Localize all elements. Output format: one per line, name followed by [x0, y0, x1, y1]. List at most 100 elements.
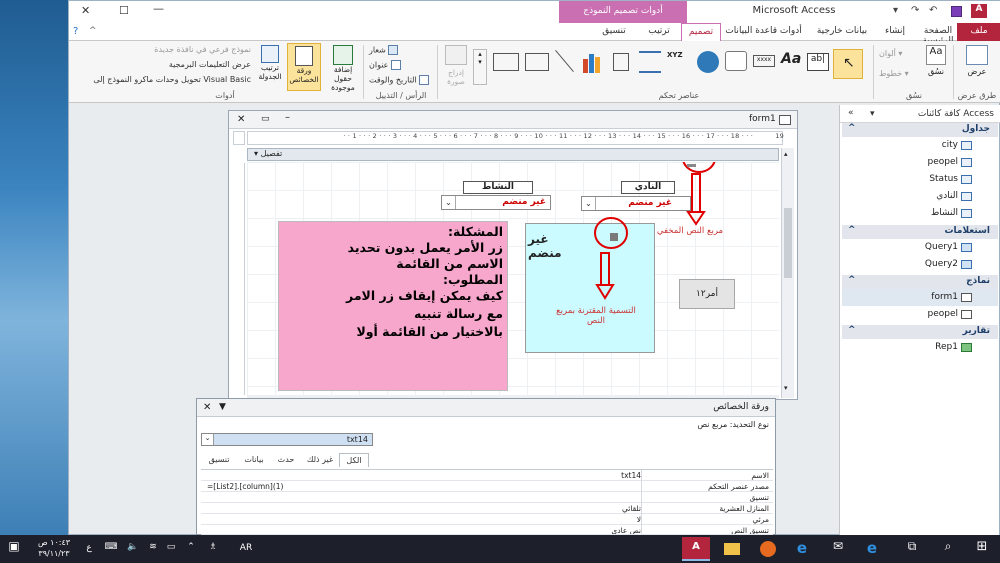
property-row-name[interactable]: الاسم txt14 — [201, 470, 773, 481]
tab-format[interactable]: تنسيق — [201, 453, 237, 467]
show-hidden-icons[interactable]: ⌃ — [184, 542, 198, 562]
tab-design[interactable]: تصميم — [681, 23, 721, 41]
nav-item-form-peopel[interactable]: peopel — [842, 306, 998, 323]
label-control-tool[interactable]: Aa — [781, 51, 803, 73]
wifi-icon[interactable]: ≋ — [146, 542, 160, 562]
tab-all[interactable]: الكل — [339, 453, 369, 467]
tab-file[interactable]: ملف — [957, 23, 1000, 41]
nav-item-table-activity[interactable]: النشاط — [842, 205, 998, 222]
tab-arrange[interactable]: ترتيب — [639, 26, 679, 36]
textbox-control-tool[interactable]: ab| — [807, 53, 829, 71]
line-control-tool[interactable] — [553, 49, 577, 75]
shutter-bar-icon[interactable]: « — [848, 108, 854, 118]
firefox-icon[interactable] — [758, 539, 778, 559]
file-explorer-icon[interactable] — [722, 539, 742, 559]
property-sheet-button[interactable]: ورقة الخصائص — [287, 43, 321, 91]
nav-item-table-status[interactable]: Status — [842, 171, 998, 188]
subform-new-window-button[interactable]: نموذج فرعي في نافذة جديدة — [139, 45, 251, 54]
hyperlink-control-tool[interactable] — [697, 51, 719, 73]
button-control-tool[interactable]: xxxx — [753, 55, 775, 67]
nav-item-query1[interactable]: Query1 — [842, 239, 998, 256]
tab-control-tool[interactable] — [725, 51, 747, 71]
search-icon[interactable]: ⌕ — [938, 539, 958, 559]
detail-section-bar[interactable]: ▾ تفصيل — [247, 148, 779, 161]
maximize-window-button[interactable]: ☐ — [119, 4, 129, 17]
colors-button[interactable]: ألوان ▾ — [879, 49, 902, 58]
volume-icon[interactable]: 🔈 — [126, 542, 140, 562]
nav-menu-icon[interactable]: ▾ — [870, 109, 875, 119]
ime-indicator[interactable]: ع — [84, 543, 94, 563]
add-existing-fields-button[interactable]: إضافة حقول موجودة — [325, 45, 361, 92]
property-row-visible[interactable]: مرئي لا — [201, 514, 773, 525]
nav-section-reports[interactable]: تقارير ^ — [842, 325, 998, 339]
controls-more-button[interactable]: ▴ ▾ — [473, 49, 487, 85]
date-time-button[interactable]: التاريخ والوقت — [369, 75, 430, 85]
task-view-icon[interactable]: ⧉ — [902, 539, 922, 559]
close-window-button[interactable]: ✕ — [81, 4, 90, 17]
windows-start-icon[interactable]: ⊞ — [970, 539, 994, 559]
option-group-tool[interactable] — [609, 51, 633, 73]
nav-item-rep1[interactable]: Rep1 — [842, 339, 998, 356]
chart-control-tool[interactable] — [581, 51, 605, 73]
property-row-format[interactable]: تنسيق — [201, 492, 773, 503]
tab-order-button[interactable]: ترتيب الجدولة — [255, 45, 285, 89]
select-pointer-tool[interactable]: ↖ — [833, 49, 863, 79]
nav-item-table-club[interactable]: النادي — [842, 188, 998, 205]
property-row-text-format[interactable]: تنسيق النص نص عادي — [201, 525, 773, 535]
collapse-ribbon-icon[interactable]: ^ — [89, 26, 97, 36]
nav-item-form1[interactable]: form1 — [842, 289, 998, 306]
nav-section-tables[interactable]: جداول ^ — [842, 123, 998, 137]
tab-other[interactable]: غير ذلك — [301, 453, 339, 467]
fonts-button[interactable]: خطوط ▾ — [879, 69, 909, 78]
control-selector-dropdown[interactable]: ⌄ txt14 — [201, 433, 373, 446]
form-selector[interactable] — [233, 131, 245, 145]
form-minimize-button[interactable]: – — [285, 112, 290, 123]
nav-item-query2[interactable]: Query2 — [842, 256, 998, 273]
redo-icon[interactable]: ↷ — [911, 5, 919, 16]
nav-section-queries[interactable]: استعلامات ^ — [842, 225, 998, 239]
form-close-button[interactable]: ✕ — [237, 114, 245, 125]
tab-event[interactable]: حدث — [271, 453, 301, 467]
property-row-control-source[interactable]: مصدر عنصر التحكم =[List2].[column](1) — [201, 481, 773, 492]
clock[interactable]: ١٠:٤٣ ص ٣٩/١١/٢٣ — [34, 537, 74, 558]
keyboard-icon[interactable]: ⌨ — [102, 542, 120, 562]
internet-explorer-icon[interactable]: e — [862, 539, 882, 559]
web-browser-control-tool[interactable]: XYZ — [667, 51, 693, 73]
navigation-control-tool[interactable] — [639, 51, 661, 73]
language-indicator[interactable]: AR — [238, 543, 254, 563]
list-control-tool[interactable] — [493, 53, 519, 71]
help-icon[interactable]: ? — [73, 26, 78, 37]
customize-qat-icon[interactable]: ▾ — [893, 5, 898, 16]
scroll-down-icon[interactable]: ▾ — [784, 384, 792, 392]
undo-icon[interactable]: ↶ — [929, 5, 937, 16]
edge-icon[interactable]: e — [792, 539, 812, 559]
property-row-decimals[interactable]: المنازل العشرية تلقائي — [201, 503, 773, 514]
nav-item-table-city[interactable]: city — [842, 137, 998, 154]
tab-external-data[interactable]: بيانات خارجية — [807, 26, 877, 36]
battery-icon[interactable]: ▭ — [164, 542, 178, 562]
vertical-scrollbar[interactable]: ▴ ▾ — [781, 148, 794, 398]
tab-data[interactable]: بيانات — [237, 453, 271, 467]
insert-image-button[interactable]: إدراج صورة — [441, 45, 471, 99]
mail-icon[interactable]: ✉ — [828, 539, 848, 559]
themes-button[interactable]: Aa نسُق — [921, 45, 951, 85]
property-menu-icon[interactable]: ▼ — [219, 402, 226, 412]
access-taskbar-icon[interactable]: A — [682, 537, 710, 561]
view-code-button[interactable]: عرض التعليمات البرمجية — [119, 60, 251, 69]
form-design-canvas[interactable]: النشاط النادي ⌄ غير منضم ⌄ غير منضم المش… — [247, 162, 779, 395]
save-icon[interactable] — [951, 6, 962, 17]
people-icon[interactable]: ♗ — [206, 542, 220, 562]
nav-section-forms[interactable]: نماذج ^ — [842, 275, 998, 289]
minimize-window-button[interactable]: — — [153, 2, 164, 15]
tab-format[interactable]: تنسيق — [589, 26, 639, 36]
form-restore-button[interactable]: ▭ — [261, 114, 270, 124]
tab-create[interactable]: إنشاء — [877, 26, 913, 36]
chevron-down-icon[interactable]: ⌄ — [202, 434, 214, 445]
title-button[interactable]: عنوان — [369, 60, 401, 70]
tab-database-tools[interactable]: أدوات قاعدة البيانات — [721, 26, 806, 36]
property-close-icon[interactable]: ✕ — [203, 402, 211, 413]
notification-icon[interactable]: ▣ — [6, 539, 22, 559]
logo-button[interactable]: شعار — [369, 45, 399, 55]
nav-item-table-peopel[interactable]: peopel — [842, 154, 998, 171]
scroll-thumb[interactable] — [784, 208, 792, 278]
